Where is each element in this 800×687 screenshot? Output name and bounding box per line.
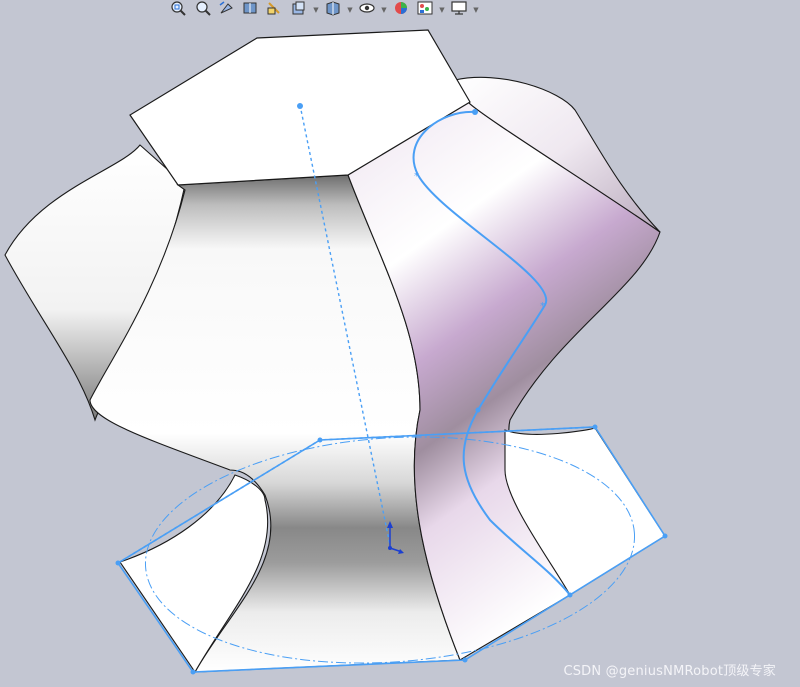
display-style-icon [324, 0, 342, 20]
zoom-to-area-button[interactable] [192, 1, 214, 19]
vertex-point [190, 669, 196, 675]
hide-show-items-button[interactable] [356, 1, 378, 19]
3d-viewport[interactable]: * * [0, 0, 800, 687]
dropdown-caret-icon[interactable]: ▼ [380, 1, 388, 19]
apply-scene-button[interactable] [414, 1, 436, 19]
heads-up-view-toolbar: ▼ ▼ ▼ ▼ ▼ [168, 0, 480, 20]
display-style-button[interactable] [322, 1, 344, 19]
spline-end-point [567, 592, 573, 598]
axis-top-point [297, 103, 303, 109]
previous-view-icon [218, 0, 236, 20]
zoom-to-fit-icon [170, 0, 188, 20]
view-settings-icon [450, 0, 468, 20]
vertex-point [592, 424, 598, 430]
dropdown-caret-icon[interactable]: ▼ [346, 1, 354, 19]
vertex-point [317, 437, 323, 443]
vertex-point [462, 657, 468, 663]
previous-view-button[interactable] [216, 1, 238, 19]
dropdown-caret-icon[interactable]: ▼ [312, 1, 320, 19]
zoom-to-fit-button[interactable] [168, 1, 190, 19]
dynamic-annotation-button[interactable] [264, 1, 286, 19]
view-settings-button[interactable] [448, 1, 470, 19]
view-orientation-icon [290, 0, 308, 20]
dropdown-caret-icon[interactable]: ▼ [438, 1, 446, 19]
section-view-button[interactable] [240, 1, 262, 19]
spline-mid-point [475, 407, 481, 413]
dynamic-annotation-icon [266, 0, 284, 20]
edit-appearance-icon [392, 0, 410, 20]
watermark-text: CSDN @geniusNMRobot顶级专家 [563, 664, 776, 679]
edit-appearance-button[interactable] [390, 1, 412, 19]
vertex-point [662, 533, 668, 539]
section-view-icon [242, 0, 260, 20]
apply-scene-icon [416, 0, 434, 20]
zoom-to-area-icon [194, 0, 212, 20]
spline-point-marker: * [414, 171, 419, 182]
view-orientation-button[interactable] [288, 1, 310, 19]
vertex-point [115, 560, 121, 566]
dropdown-caret-icon[interactable]: ▼ [472, 1, 480, 19]
spline-point-marker: * [540, 301, 545, 312]
spline-start-point [472, 109, 478, 115]
hide-show-items-icon [358, 0, 376, 20]
